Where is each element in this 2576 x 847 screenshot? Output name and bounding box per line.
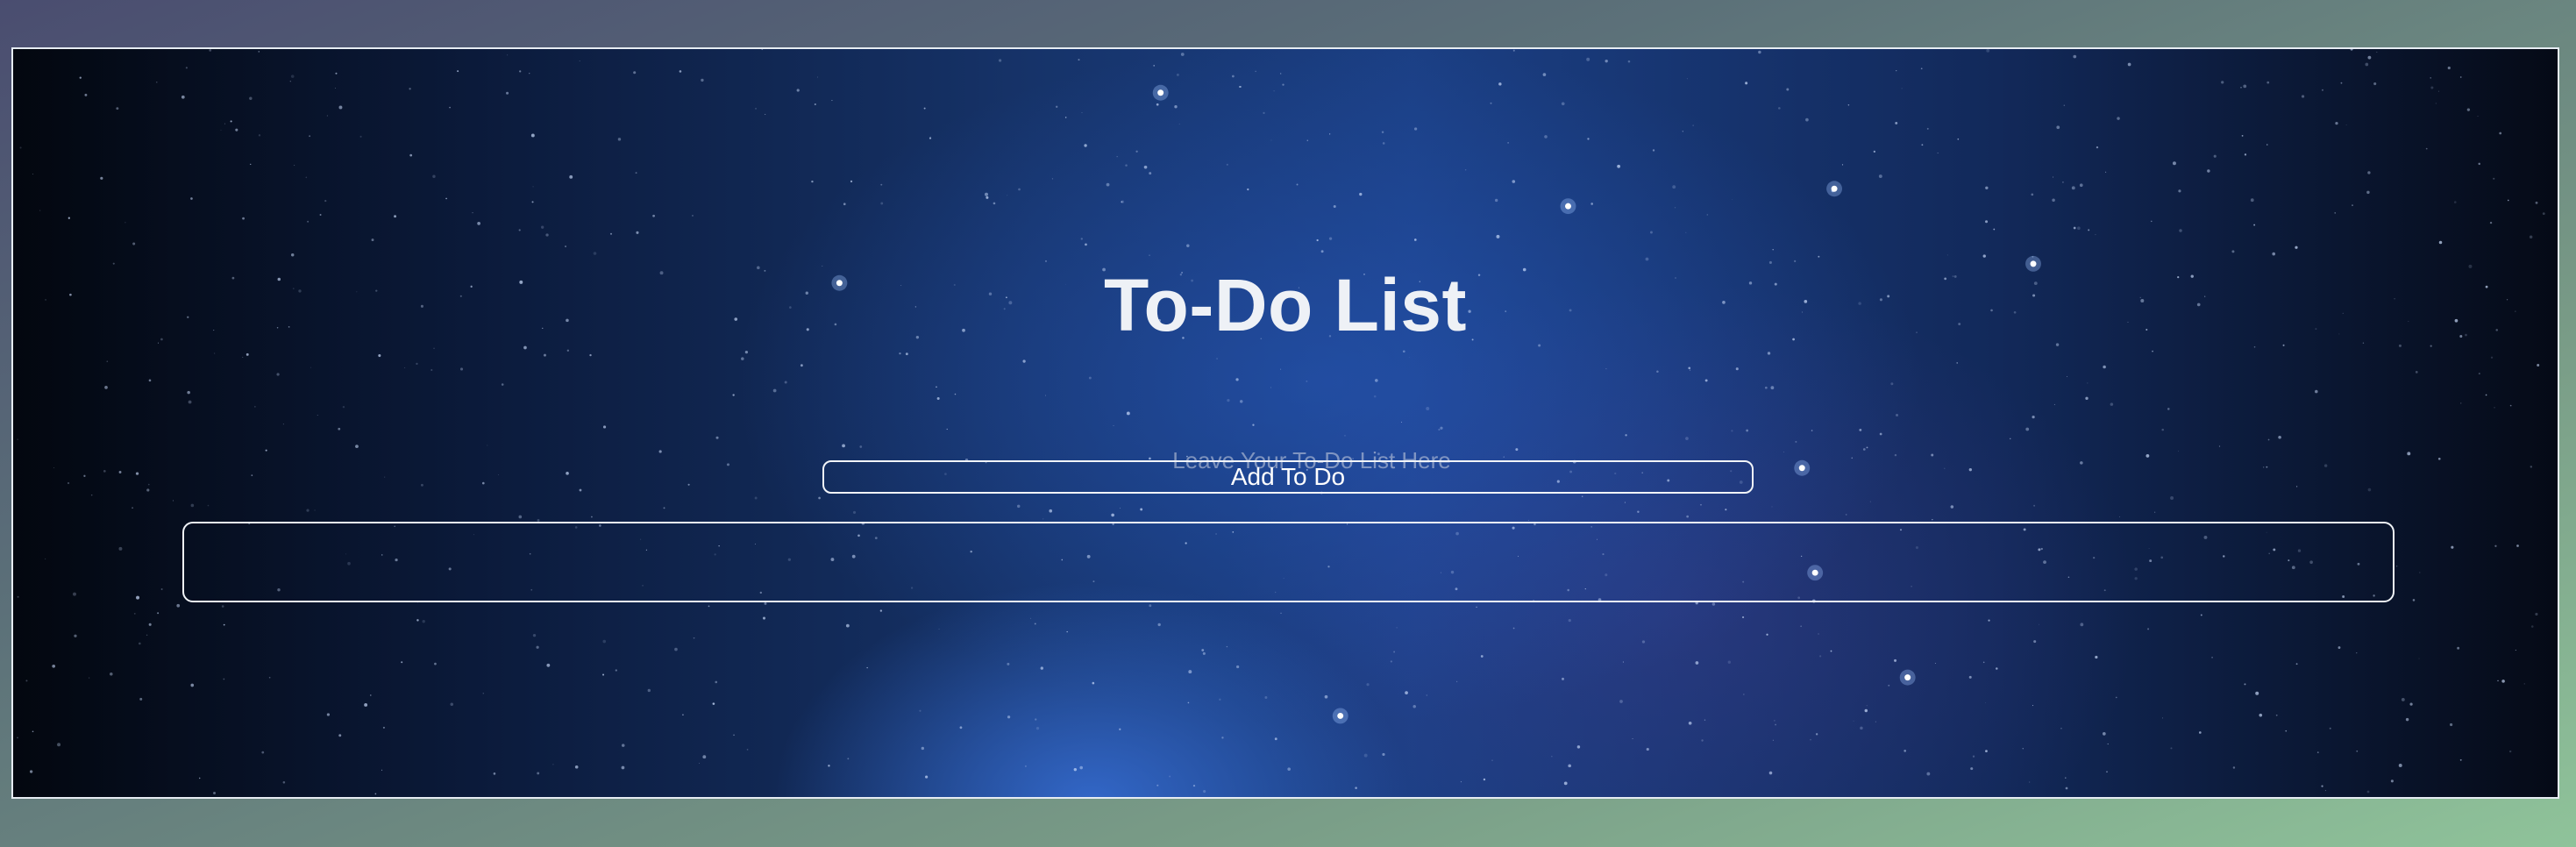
add-todo-button[interactable]: Add To Do: [822, 460, 1754, 494]
page-title: To-Do List: [1103, 264, 1467, 346]
starry-background: [17, 49, 2545, 795]
todo-list: [182, 522, 2395, 602]
app-frame: To-Do List Add To Do: [11, 47, 2559, 799]
